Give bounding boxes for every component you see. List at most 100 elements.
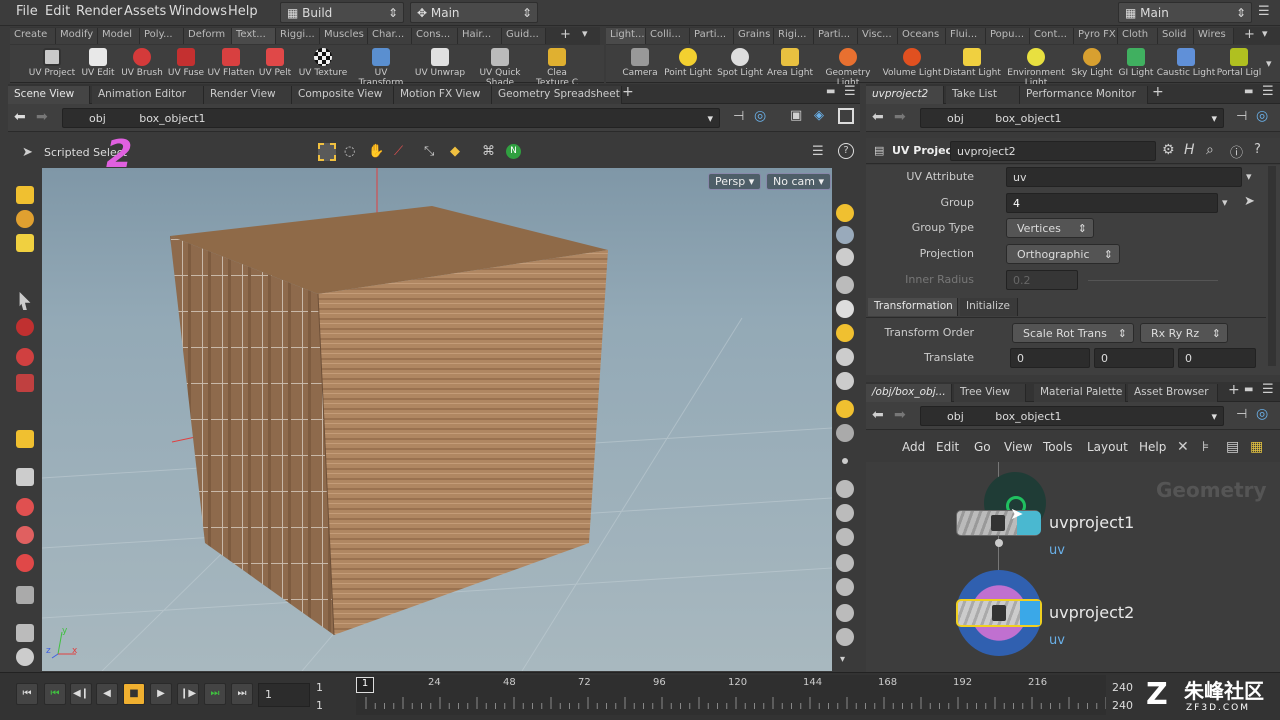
tool-geometry-light[interactable]: Geometry Light xyxy=(818,47,878,88)
scale-tool-icon[interactable] xyxy=(16,374,34,392)
brush-icon[interactable] xyxy=(16,624,34,642)
net-menu-add[interactable]: Add xyxy=(902,440,925,454)
select-visible-icon[interactable]: ⤡ xyxy=(424,144,434,159)
viewport-frame-icon[interactable] xyxy=(838,108,854,124)
select-arrow-icon[interactable]: ➤ xyxy=(1244,194,1255,209)
path-node[interactable]: box_object1 xyxy=(995,410,1061,423)
viewport[interactable]: Persp ▾ No cam ▾ y x z xyxy=(42,168,832,671)
path-node[interactable]: box_object1 xyxy=(139,112,205,125)
chevron-down-icon[interactable]: ▾ xyxy=(840,654,845,665)
uv-attribute-field[interactable]: uv xyxy=(1006,167,1242,187)
pin-icon[interactable]: ⊣ xyxy=(1236,109,1247,124)
timeline-bar[interactable]: 1 24 48 72 96 120 144 168 192 216 xyxy=(356,675,1106,715)
right-desktop-select[interactable]: ▦ Main ⇕ xyxy=(1118,2,1252,23)
tab-tree-view[interactable]: Tree View xyxy=(954,384,1026,402)
chevron-down-icon[interactable]: ▾ xyxy=(1222,196,1228,209)
shelf-tab-container[interactable]: Cont... xyxy=(1030,28,1074,44)
select-tool-icon[interactable] xyxy=(19,292,31,310)
shelf-tab-particle-fluids[interactable]: Parti... xyxy=(814,28,858,44)
shelf-tab-particles[interactable]: Parti... xyxy=(690,28,734,44)
dot-icon[interactable] xyxy=(842,458,848,464)
ghost-icon[interactable] xyxy=(836,276,854,294)
search-icon[interactable]: ⌕ xyxy=(1206,142,1214,158)
add-tab-icon[interactable]: + xyxy=(1152,84,1164,100)
step-forward-icon[interactable]: ❙▶ xyxy=(177,683,199,705)
forward-arrow-icon[interactable]: ➡ xyxy=(894,109,906,125)
brush-select-icon[interactable]: ✋ xyxy=(368,144,384,159)
tab-network-path[interactable]: /obj/box_obj... xyxy=(866,384,952,402)
tool-clean-texture[interactable]: Clea Texture C xyxy=(530,47,584,88)
param-path-field[interactable]: obj box_object1 ▾ xyxy=(920,108,1224,128)
tool-uv-transform[interactable]: UV Transform xyxy=(351,47,411,88)
menu-file[interactable]: File xyxy=(16,4,38,19)
primitive-mode-icon[interactable] xyxy=(16,234,34,252)
node-uvproject1[interactable] xyxy=(956,510,1041,536)
net-menu-edit[interactable]: Edit xyxy=(936,440,959,454)
move-tool-icon[interactable] xyxy=(16,318,34,336)
group-field[interactable]: 4 xyxy=(1006,193,1218,213)
tool-uv-texture[interactable]: UV Texture xyxy=(293,47,353,78)
menu-more-icon[interactable]: ☰ xyxy=(1258,4,1270,19)
light-icon[interactable] xyxy=(836,324,854,342)
jump-start-icon[interactable]: ⏮ xyxy=(16,683,38,705)
transform-order-menu[interactable]: Scale Rot Trans ⇕ xyxy=(1012,323,1134,343)
network-path-field[interactable]: obj box_object1 ▾ xyxy=(920,406,1224,426)
pane-menu-icon[interactable]: ☰ xyxy=(844,84,856,99)
tool-uv-quick-shade[interactable]: UV Quick Shade xyxy=(470,47,530,88)
pin-icon[interactable]: ⊣ xyxy=(1236,407,1247,422)
camera-menu[interactable]: No cam ▾ xyxy=(766,173,831,190)
persp-menu[interactable]: Persp ▾ xyxy=(708,173,762,190)
help-icon[interactable]: ? xyxy=(838,143,854,159)
corner-icon[interactable] xyxy=(836,604,854,622)
shelf-tab-solid[interactable]: Solid xyxy=(1158,28,1194,44)
link-icon[interactable]: ◎ xyxy=(754,108,766,124)
net-menu-help[interactable]: Help xyxy=(1139,440,1166,454)
play-icon[interactable]: ▶ xyxy=(150,683,172,705)
frame-field[interactable]: 1 xyxy=(258,683,310,707)
sphere-icon[interactable] xyxy=(836,300,854,318)
number-42-icon[interactable] xyxy=(836,578,854,596)
select-connectivity-icon[interactable]: ⌘ xyxy=(482,144,495,159)
back-arrow-icon[interactable]: ⬅ xyxy=(872,109,884,125)
tab-geometry-spreadsheet[interactable]: Geometry Spreadsheet xyxy=(492,86,622,104)
shelf-tab-grains[interactable]: Grains xyxy=(734,28,774,44)
pin-icon[interactable]: ⊣ xyxy=(733,109,744,124)
net-menu-tools[interactable]: Tools xyxy=(1043,440,1073,454)
step-end-icon[interactable]: ⏭ xyxy=(204,683,226,705)
group-type-menu[interactable]: Vertices ⇕ xyxy=(1006,218,1094,238)
display-mode-icon[interactable] xyxy=(836,204,854,222)
tab-animation-editor[interactable]: Animation Editor xyxy=(92,86,204,104)
tool-distant-light[interactable]: Distant Light xyxy=(942,47,1002,78)
add-tab-icon[interactable]: + xyxy=(622,84,634,100)
shelf-tab-pyro[interactable]: Pyro FX xyxy=(1074,28,1118,44)
link-icon[interactable]: ◎ xyxy=(1256,406,1268,422)
tool-point-light[interactable]: Point Light xyxy=(658,47,718,78)
projection-menu[interactable]: Orthographic ⇕ xyxy=(1006,244,1120,264)
network-canvas[interactable]: Geometry uvproject1 uv uvproject2 uv ➤ xyxy=(866,462,1280,672)
chevron-down-icon[interactable]: ▾ xyxy=(1211,410,1217,423)
display-menu-icon[interactable]: ☰ xyxy=(812,144,824,159)
stop-icon[interactable]: ■ xyxy=(123,683,145,705)
tool-uv-unwrap[interactable]: UV Unwrap xyxy=(410,47,470,78)
shelf-tab-deform[interactable]: Deform xyxy=(184,28,232,44)
translate-z-field[interactable]: 0 xyxy=(1178,348,1256,368)
shelf-tab-muscles[interactable]: Muscles xyxy=(320,28,368,44)
range-start-2[interactable]: 1 xyxy=(316,699,323,712)
tab-motion-fx-view[interactable]: Motion FX View xyxy=(394,86,492,104)
path-root[interactable]: obj xyxy=(947,112,964,125)
tab-render-view[interactable]: Render View xyxy=(204,86,292,104)
help-icon[interactable]: ? xyxy=(1254,142,1261,157)
net-menu-go[interactable]: Go xyxy=(974,440,991,454)
tab-material-palette[interactable]: Material Palette xyxy=(1034,384,1126,402)
laser-select-icon[interactable]: ⟋ xyxy=(394,144,403,159)
lock-icon[interactable] xyxy=(836,248,854,266)
tab-initialize[interactable]: Initialize xyxy=(960,298,1018,316)
snapshot-icon[interactable] xyxy=(836,424,854,442)
select-groups-icon[interactable]: ◆ xyxy=(450,144,460,159)
view-options-icon[interactable]: ◈ xyxy=(814,108,824,123)
add-tab-icon[interactable]: + xyxy=(1228,382,1240,398)
add-shelf-icon[interactable]: + xyxy=(1244,27,1255,42)
range-end-2[interactable]: 240 xyxy=(1112,699,1133,712)
shelf-tab-texture[interactable]: Text... xyxy=(232,28,276,44)
step-start-icon[interactable]: ⏮ xyxy=(44,683,66,705)
